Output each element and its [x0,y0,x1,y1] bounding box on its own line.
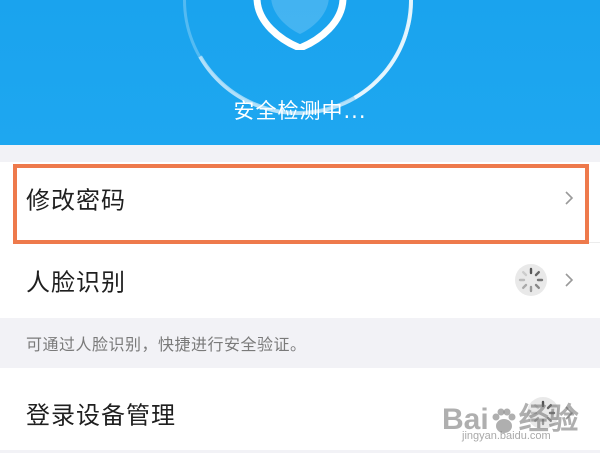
settings-card-top: 修改密码 人脸识别 [0,162,600,318]
watermark-url: jingyan.baidu.com [462,430,551,442]
shield-icon [253,0,347,50]
menu-item-face-recognition[interactable]: 人脸识别 [0,242,600,318]
menu-item-label: 登录设备管理 [26,401,176,430]
security-scan-header: 安全检测中... [0,0,600,145]
menu-item-change-password[interactable]: 修改密码 [0,162,600,234]
chevron-right-icon [565,273,574,287]
face-recognition-hint: 可通过人脸识别，快捷进行安全验证。 [0,318,600,368]
menu-item-label: 修改密码 [26,186,126,215]
chevron-right-icon [565,191,574,205]
loading-spinner-icon [515,264,547,296]
baidu-jingyan-watermark: Bai 经验 jingyan.baidu.com [442,390,592,448]
scan-status-text: 安全检测中... [233,99,367,123]
hint-text: 可通过人脸识别，快捷进行安全验证。 [26,335,307,354]
menu-item-label: 人脸识别 [26,268,126,297]
